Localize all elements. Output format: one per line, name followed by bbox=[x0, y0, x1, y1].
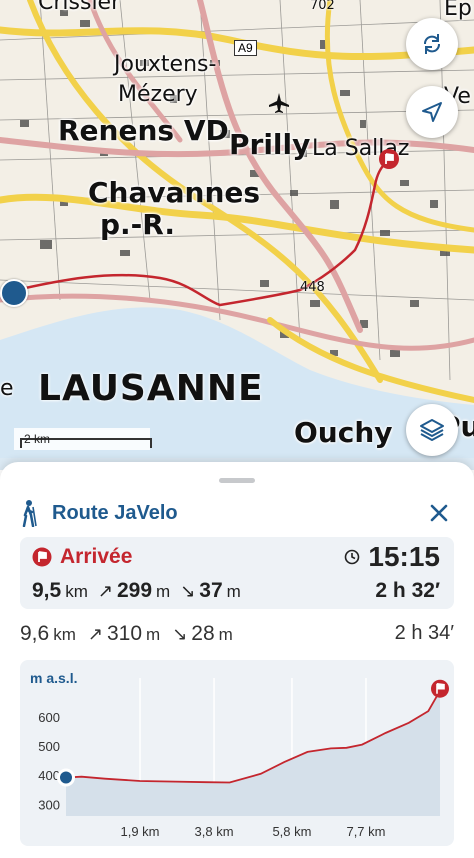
hiker-icon bbox=[22, 500, 37, 527]
total-stats: 9,6 km ↗ 310 m ↘ 28 m 2 h 34′ bbox=[20, 622, 454, 652]
destination-row: Arrivée bbox=[32, 545, 132, 569]
map-label-edge-e: e bbox=[0, 376, 14, 401]
ascent-arrow-icon: ↗ bbox=[87, 624, 103, 644]
destination-distance: 9,5 bbox=[32, 579, 62, 602]
close-button[interactable] bbox=[424, 498, 454, 528]
x-tick-label: 1,9 km bbox=[121, 824, 160, 839]
route-start-marker[interactable] bbox=[0, 279, 28, 307]
map-label-mezery: Mézery bbox=[118, 82, 198, 107]
total-distance: 9,6 bbox=[20, 622, 50, 645]
close-icon bbox=[430, 504, 448, 522]
map-label-chavannes: Chavannes bbox=[88, 176, 261, 209]
layers-icon bbox=[420, 419, 444, 441]
destination-ascent-unit: m bbox=[156, 582, 171, 601]
arrival-time-value: 15:15 bbox=[368, 541, 440, 572]
total-duration: 2 h 34′ bbox=[394, 622, 454, 644]
map-label-jouxtens: Jouxtens- bbox=[114, 52, 217, 77]
total-descent: 28 bbox=[191, 622, 215, 645]
map-label-altitude-448: 448 bbox=[300, 280, 325, 295]
map-label-ep: Ep bbox=[444, 0, 472, 21]
x-tick-label: 7,7 km bbox=[346, 824, 385, 839]
scale-label: 2 km bbox=[24, 432, 51, 446]
route-sheet: Route JaVelo Arrivée 15:15 9,5 km ↗ 299 … bbox=[0, 462, 474, 858]
map-scale: 2 km bbox=[14, 428, 152, 450]
x-tick-label: 3,8 km bbox=[195, 824, 234, 839]
destination-ascent: 299 bbox=[116, 579, 153, 602]
clock-icon bbox=[345, 549, 360, 565]
destination-card[interactable]: Arrivée 15:15 9,5 km ↗ 299 m ↘ 37 m 2 h … bbox=[20, 537, 454, 609]
map-label-altitude-702: 702 bbox=[310, 0, 335, 13]
y-axis-label: m a.s.l. bbox=[30, 670, 78, 686]
destination-flag-icon bbox=[32, 547, 52, 567]
destination-duration: 2 h 32′ bbox=[375, 579, 440, 602]
airport-icon bbox=[269, 93, 289, 113]
navigation-arrow-icon bbox=[422, 102, 442, 122]
total-descent-unit: m bbox=[218, 625, 233, 644]
destination-descent: 37 bbox=[199, 579, 223, 602]
elevation-profile[interactable]: 1,9 km 3,8 km 5,8 km 7,7 km 300 400 500 600 m a… bbox=[20, 660, 454, 846]
destination-flag-icon[interactable] bbox=[378, 148, 400, 170]
rotate-arrows-icon bbox=[424, 34, 440, 54]
y-tick-label: 500 bbox=[38, 739, 60, 754]
map-view[interactable]: Crissier 702 Ep A9 Jouxtens- Mézery Ve R… bbox=[0, 0, 474, 470]
y-tick-label: 600 bbox=[38, 710, 60, 725]
map-label-lausanne: LAUSANNE bbox=[38, 368, 264, 409]
destination-stats: 9,5 km ↗ 299 m ↘ 37 m bbox=[32, 579, 251, 603]
map-label-renens: Renens VD bbox=[58, 114, 229, 147]
total-distance-unit: km bbox=[53, 625, 76, 644]
total-ascent-unit: m bbox=[146, 625, 161, 644]
destination-descent-unit: m bbox=[226, 582, 241, 601]
sheet-drag-handle[interactable] bbox=[219, 478, 255, 483]
route-header: Route JaVelo bbox=[20, 498, 460, 528]
map-label-ouchy: Ouchy bbox=[294, 416, 393, 449]
map-label-a9: A9 bbox=[234, 40, 257, 56]
start-marker bbox=[60, 771, 72, 784]
elevation-chart: 1,9 km 3,8 km 5,8 km 7,7 km 300 400 500 600 bbox=[38, 678, 449, 839]
map-label-prilly: Prilly bbox=[229, 128, 311, 161]
destination-distance-unit: km bbox=[65, 582, 88, 601]
x-tick-label: 5,8 km bbox=[272, 824, 311, 839]
total-ascent: 310 bbox=[106, 622, 143, 645]
map-label-chavannes-pr: p.-R. bbox=[100, 208, 176, 241]
destination-label: Arrivée bbox=[60, 545, 133, 568]
map-label-crissier: Crissier bbox=[38, 0, 121, 15]
descent-arrow-icon: ↘ bbox=[180, 581, 196, 601]
route-title: Route JaVelo bbox=[52, 501, 178, 524]
elevation-area bbox=[66, 690, 440, 816]
locate-button[interactable] bbox=[406, 86, 458, 138]
y-tick-label: 300 bbox=[38, 797, 60, 812]
orientation-button[interactable] bbox=[406, 18, 458, 70]
arrival-time: 15:15 bbox=[344, 541, 440, 573]
y-tick-label: 400 bbox=[38, 768, 60, 783]
descent-arrow-icon: ↘ bbox=[172, 624, 188, 644]
ascent-arrow-icon: ↗ bbox=[97, 581, 113, 601]
layers-button[interactable] bbox=[406, 404, 458, 456]
